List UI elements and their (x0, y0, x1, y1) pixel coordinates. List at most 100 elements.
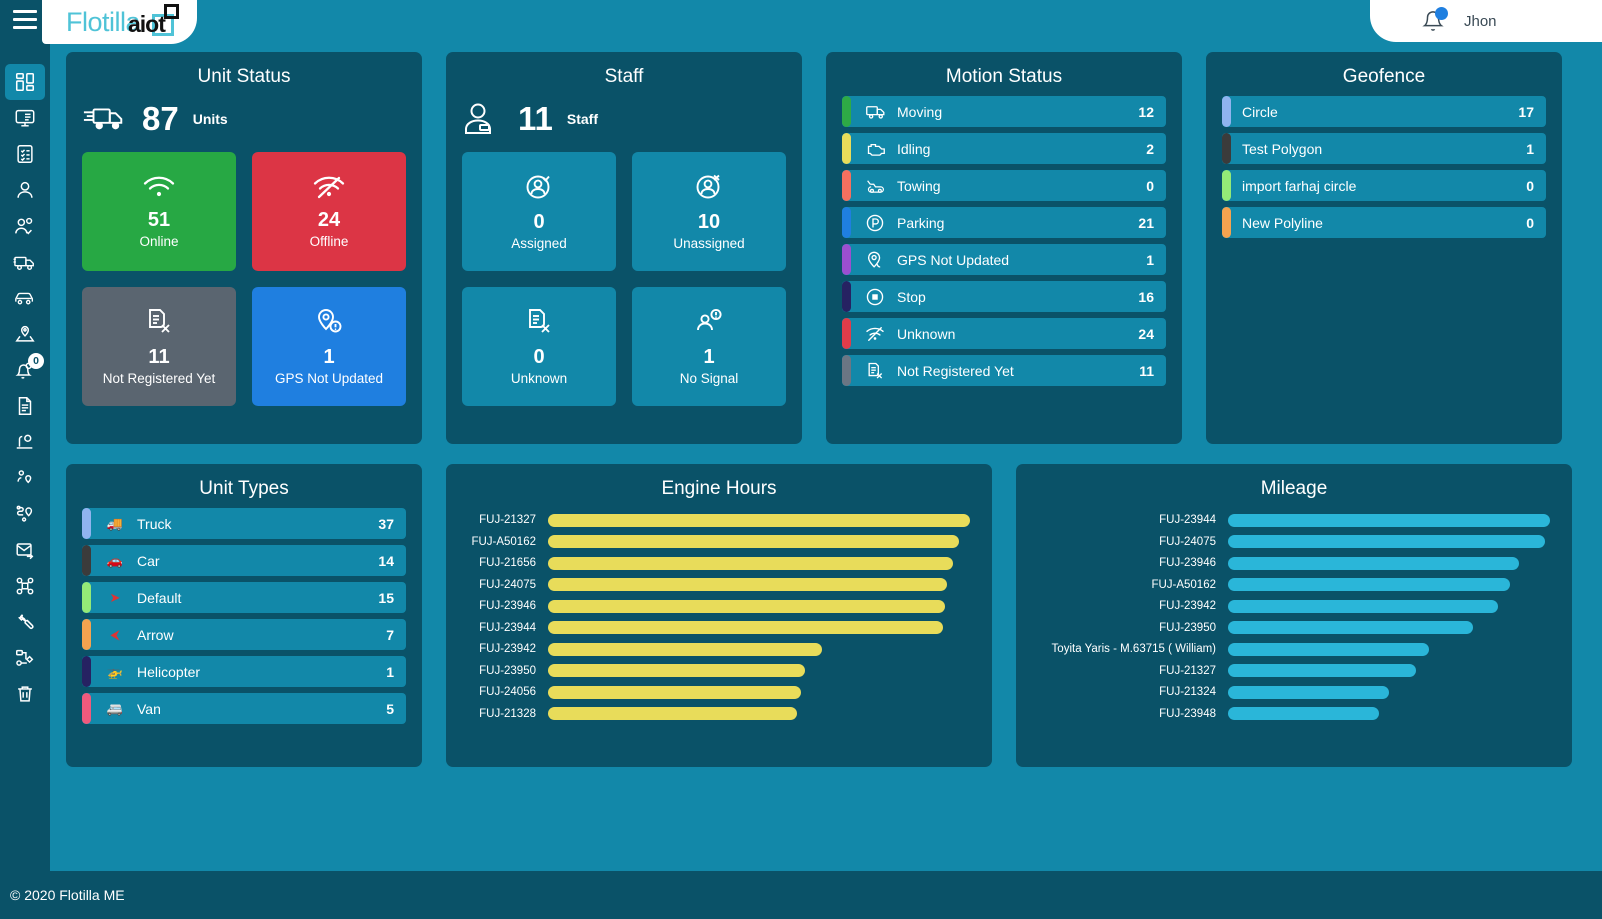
geofence-row-import-farhaj-circle[interactable]: import farhaj circle 0 (1222, 170, 1546, 201)
app-logo[interactable]: Flotilla aiot (42, 0, 197, 44)
unit-type-row-car[interactable]: 🚗 Car 14 (82, 545, 406, 576)
dashboard-row-bottom: Unit Types 🚚 Truck 37 🚗 Car 14 ➤ Default… (66, 464, 1586, 767)
sidebar-item-staff[interactable] (0, 208, 50, 244)
chart-bar[interactable] (548, 707, 797, 720)
sidebar-item-messages[interactable] (0, 532, 50, 568)
chart-bar[interactable] (548, 513, 970, 527)
sidebar-item-maintenance[interactable] (0, 604, 50, 640)
sidebar-item-trash[interactable] (0, 676, 50, 712)
tile-no-signal-value: 1 (703, 346, 715, 368)
geofence-row-circle[interactable]: Circle 17 (1222, 96, 1546, 127)
clipboard-check-icon (17, 145, 33, 163)
panel-unit-status: Unit Status 87 Units 51 Online 24 Offlin… (66, 52, 422, 444)
sidebar-item-notifications[interactable]: 0 (0, 352, 50, 388)
sidebar-item-places[interactable] (0, 424, 50, 460)
unit-type-value: 5 (386, 700, 394, 717)
document-list-icon (18, 397, 32, 415)
chart-bar[interactable] (548, 642, 823, 656)
chart-bar[interactable] (548, 599, 945, 613)
chart-bar[interactable] (548, 535, 960, 548)
status-color-bar (842, 170, 851, 201)
tile-staff-unknown[interactable]: 0 Unknown (462, 287, 616, 406)
motion-row-towing[interactable]: Towing 0 (842, 170, 1166, 201)
tile-assigned[interactable]: 0 Assigned (462, 152, 616, 271)
route-pin-icon (16, 505, 33, 522)
geofence-value: 0 (1526, 177, 1534, 194)
geofence-row-new-polyline[interactable]: New Polyline 0 (1222, 207, 1546, 238)
status-color-bar (842, 207, 851, 238)
chart-title-engine-hours: Engine Hours (661, 478, 777, 499)
unit-type-row-default[interactable]: ➤ Default 15 (82, 582, 406, 613)
tile-no-signal[interactable]: 1 No Signal (632, 287, 786, 406)
unit-types-list: 🚚 Truck 37 🚗 Car 14 ➤ Default 15 ⮜ Arrow… (66, 508, 422, 724)
sidebar-item-integrations[interactable] (0, 568, 50, 604)
unit-type-row-van[interactable]: 🚐 Van 5 (82, 693, 406, 724)
sidebar-item-trucks[interactable] (0, 244, 50, 280)
geofence-color-bar (1222, 207, 1231, 238)
motion-row-gps-not-updated[interactable]: GPS Not Updated 1 (842, 244, 1166, 275)
panel-motion-status: Motion Status Moving 12 Idling 2 Towing … (826, 52, 1182, 444)
chart-bar[interactable] (1228, 513, 1550, 527)
tile-offline[interactable]: 24 Offline (252, 152, 406, 271)
sidebar-item-routes[interactable] (0, 496, 50, 532)
chart-bar[interactable] (548, 664, 806, 677)
sidebar-item-cars[interactable] (0, 280, 50, 316)
chart-bar[interactable] (1228, 685, 1389, 699)
car-icon (15, 292, 34, 305)
motion-row-stop[interactable]: Stop 16 (842, 281, 1166, 312)
motion-row-moving[interactable]: Moving 12 (842, 96, 1166, 127)
sidebar-item-dashboard[interactable] (0, 64, 50, 100)
unit-type-row-helicopter[interactable]: 🚁 Helicopter 1 (82, 656, 406, 687)
chart-bar[interactable] (548, 685, 802, 699)
unit-type-row-arrow[interactable]: ⮜ Arrow 7 (82, 619, 406, 650)
motion-row-not-registered[interactable]: Not Registered Yet 11 (842, 355, 1166, 386)
motion-row-idling[interactable]: Idling 2 (842, 133, 1166, 164)
sidebar-item-poi[interactable] (0, 460, 50, 496)
motion-label: Moving (897, 103, 943, 120)
chart-bar-label: FUJ-23950 (1159, 621, 1216, 634)
chart-bar[interactable] (548, 578, 947, 591)
chart-bar[interactable] (548, 556, 954, 570)
chart-bar[interactable] (548, 621, 943, 634)
chart-bar[interactable] (1228, 621, 1473, 634)
document-x-icon (149, 309, 170, 333)
map-pin-area-icon (15, 325, 35, 342)
status-color-bar (842, 244, 851, 275)
user-menu[interactable]: Jhon (1370, 0, 1602, 42)
tile-not-registered[interactable]: 11 Not Registered Yet (82, 287, 236, 406)
unit-type-row-truck[interactable]: 🚚 Truck 37 (82, 508, 406, 539)
status-color-bar (842, 355, 851, 386)
chart-bar-row: Toyita Yaris - M.63715 ( William) (1026, 641, 1550, 657)
motion-row-parking[interactable]: Parking 21 (842, 207, 1166, 238)
chart-bar-row: FUJ-21328 (456, 706, 970, 722)
geofence-label: New Polyline (1242, 214, 1323, 231)
chart-bar-label: FUJ-23942 (1159, 600, 1216, 612)
chart-bar[interactable] (1228, 664, 1417, 677)
motion-row-unknown[interactable]: Unknown 24 (842, 318, 1166, 349)
chart-bar-track (1228, 556, 1550, 570)
tile-unassigned[interactable]: 10 Unassigned (632, 152, 786, 271)
tile-assigned-label: Assigned (511, 236, 567, 251)
sidebar-item-reports[interactable] (0, 388, 50, 424)
chart-bar-row: FUJ-23942 (1026, 598, 1550, 614)
tile-gps-not-updated[interactable]: 1 GPS Not Updated (252, 287, 406, 406)
sidebar-item-workflow[interactable] (0, 640, 50, 676)
geofence-label: import farhaj circle (1242, 177, 1357, 194)
chart-bar[interactable] (1228, 707, 1380, 720)
geofence-row-test-polygon[interactable]: Test Polygon 1 (1222, 133, 1546, 164)
chart-bar[interactable] (1228, 578, 1510, 591)
unit-type-color-bar (82, 508, 91, 539)
sidebar-item-users[interactable] (0, 172, 50, 208)
chart-bar[interactable] (1228, 535, 1546, 548)
tile-online[interactable]: 51 Online (82, 152, 236, 271)
notification-bell[interactable] (1422, 7, 1448, 33)
geofence-label: Circle (1242, 103, 1278, 120)
chart-bar[interactable] (1228, 642, 1430, 656)
sidebar: 0 (0, 42, 50, 919)
chart-bar[interactable] (1228, 599, 1499, 613)
sidebar-item-monitoring[interactable] (0, 100, 50, 136)
sidebar-item-geofence[interactable] (0, 316, 50, 352)
chart-bar[interactable] (1228, 556, 1520, 570)
sidebar-item-tasks[interactable] (0, 136, 50, 172)
hamburger-icon[interactable] (13, 10, 37, 30)
